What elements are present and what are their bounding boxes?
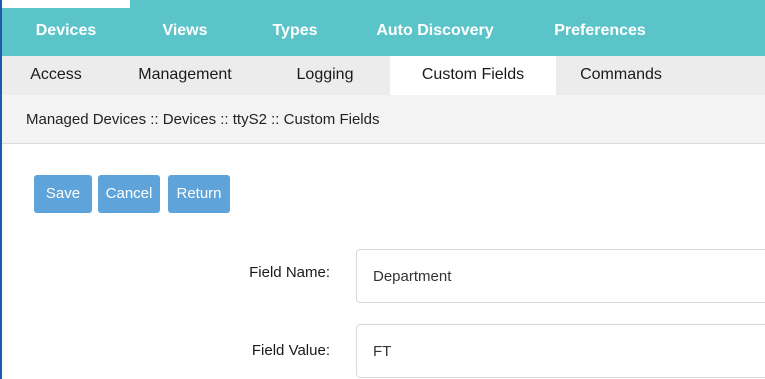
breadcrumb-text: Managed Devices :: Devices :: ttyS2 :: C…	[26, 111, 380, 128]
subtab-access[interactable]: Access	[2, 56, 110, 95]
field-value-input[interactable]: FT	[356, 324, 765, 378]
save-button[interactable]: Save	[34, 175, 92, 213]
field-name-input[interactable]: Department	[356, 249, 765, 303]
field-value-label: Field Value:	[251, 342, 330, 359]
subtab-management[interactable]: Management	[110, 56, 260, 95]
cancel-button[interactable]: Cancel	[98, 175, 160, 213]
tab-views[interactable]: Views	[130, 0, 240, 56]
secondary-nav: Access Management Logging Custom Fields …	[2, 56, 765, 95]
primary-nav: Devices Views Types Auto Discovery Prefe…	[2, 0, 765, 56]
subtab-logging[interactable]: Logging	[260, 56, 390, 95]
subtab-commands[interactable]: Commands	[556, 56, 686, 95]
tab-preferences[interactable]: Preferences	[520, 0, 680, 56]
page-frame: Devices Views Types Auto Discovery Prefe…	[0, 0, 765, 379]
return-button[interactable]: Return	[168, 175, 230, 213]
tab-devices[interactable]: Devices	[2, 0, 130, 56]
breadcrumb: Managed Devices :: Devices :: ttyS2 :: C…	[2, 95, 765, 144]
tab-auto-discovery[interactable]: Auto Discovery	[350, 0, 520, 56]
tab-types[interactable]: Types	[240, 0, 350, 56]
field-name-label: Field Name:	[249, 264, 330, 281]
subtab-custom-fields[interactable]: Custom Fields	[390, 56, 556, 95]
